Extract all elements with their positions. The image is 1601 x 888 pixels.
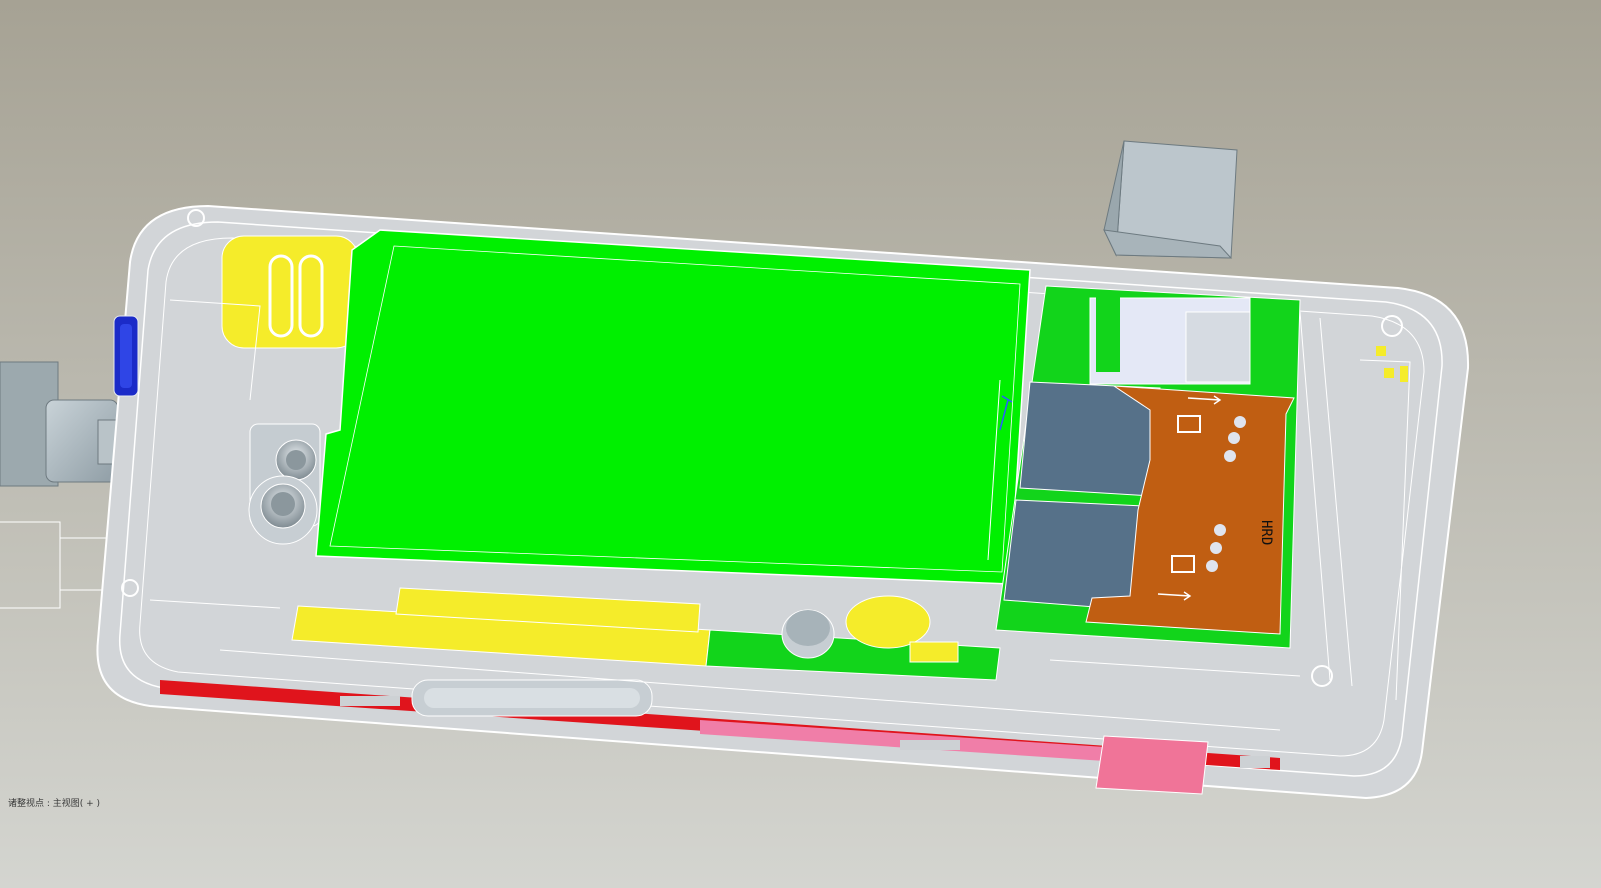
speaker-module bbox=[221, 235, 359, 349]
side-key bbox=[113, 315, 139, 397]
battery bbox=[315, 229, 1031, 585]
sim-tray-label: HRD bbox=[1258, 520, 1274, 545]
cad-viewport[interactable]: HRD 诸整视点: 主视图(+) bbox=[0, 0, 1601, 888]
usb-port bbox=[1095, 735, 1209, 795]
top-usb-connector bbox=[1103, 140, 1238, 259]
cad-model-canvas[interactable]: HRD bbox=[0, 0, 1601, 888]
bottom-side-button bbox=[411, 679, 653, 717]
camera-module bbox=[248, 423, 321, 545]
status-bar-text: 诸整视点 : 主视图( + ) bbox=[8, 799, 101, 809]
